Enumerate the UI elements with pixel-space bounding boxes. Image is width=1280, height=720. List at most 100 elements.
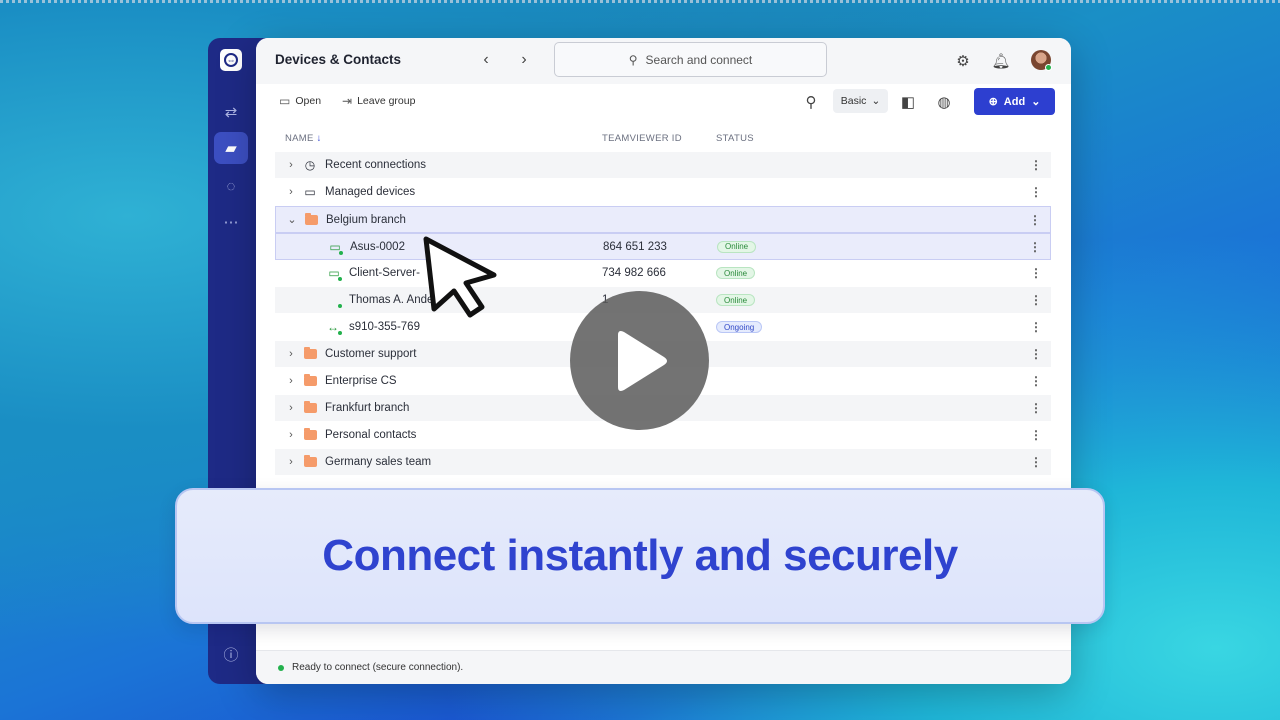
chevron-right-icon[interactable]: ›: [286, 375, 296, 387]
status-badge: Online: [717, 240, 757, 253]
search-placeholder: Search and connect: [645, 52, 753, 67]
user-avatar[interactable]: [1031, 50, 1052, 71]
chevron-right-icon[interactable]: ›: [286, 402, 296, 414]
chevron-right-icon[interactable]: ›: [286, 429, 296, 441]
more-options-icon[interactable]: ⋮: [1030, 320, 1042, 334]
plus-circle-icon: ⊕: [988, 96, 998, 108]
view-mode-label: Basic: [840, 95, 867, 107]
more-options-icon[interactable]: ⋮: [1030, 185, 1042, 199]
add-label: Add: [1003, 95, 1026, 108]
search-icon: ⚲: [628, 52, 638, 67]
status-badge: Online: [716, 294, 756, 306]
row-name: Customer support: [325, 348, 417, 360]
row-name: Asus-0002: [350, 240, 405, 253]
folder-icon: [303, 401, 317, 414]
remote-connect-icon[interactable]: ⇄: [214, 96, 248, 128]
chevron-down-icon: ⌄: [871, 95, 881, 107]
row-name: Frankfurt branch: [325, 402, 410, 414]
folder-icon: [303, 455, 317, 468]
connection-status-dot: [278, 664, 284, 671]
status-text: Ready to connect (secure connection).: [292, 662, 464, 673]
more-icon[interactable]: ⋯: [214, 206, 248, 238]
row-name: Germany sales team: [325, 456, 432, 468]
row-name: s910-355-769: [349, 321, 420, 333]
monitor-icon: ▭: [304, 185, 316, 199]
table-search-icon[interactable]: ⚲: [800, 91, 822, 113]
row-teamviewer-id: 734 982 666: [602, 267, 666, 279]
table-row[interactable]: › ▭ Managed devices ⋮: [275, 179, 1051, 206]
title-bar: Devices & Contacts ‹ › ⚲ Search and conn…: [256, 38, 1071, 84]
open-button[interactable]: ▭ Open: [279, 94, 321, 108]
more-options-icon[interactable]: ⋮: [1030, 293, 1042, 307]
status-badge: Ongoing: [716, 321, 763, 333]
table-row[interactable]: › Personal contacts ⋮: [275, 422, 1051, 449]
folder-icon: [303, 347, 317, 360]
folder-icon: [304, 212, 318, 226]
row-name: Enterprise CS: [325, 375, 397, 387]
more-options-icon[interactable]: ⋮: [1030, 347, 1042, 361]
leave-icon: ⇥: [342, 94, 353, 108]
more-options-icon[interactable]: ⋮: [1030, 428, 1042, 442]
teamviewer-logo: ⇔: [220, 49, 242, 71]
more-options-icon[interactable]: ⋮: [1029, 240, 1041, 254]
chevron-right-icon[interactable]: ›: [286, 186, 296, 198]
column-header-status[interactable]: STATUS: [716, 133, 754, 144]
folder-icon: [303, 428, 317, 441]
chevron-right-icon[interactable]: ›: [286, 456, 296, 468]
more-options-icon[interactable]: ⋮: [1030, 374, 1042, 388]
table-row[interactable]: › ◷ Recent connections ⋮: [275, 152, 1051, 179]
more-options-icon[interactable]: ⋮: [1030, 455, 1042, 469]
forward-arrow-icon[interactable]: ›: [514, 50, 534, 70]
leave-group-button[interactable]: ⇥ Leave group: [342, 94, 415, 108]
top-border-decoration: [0, 0, 1280, 3]
notification-bell-icon[interactable]: 🔔︎: [990, 50, 1012, 72]
online-dot: [338, 331, 342, 335]
globe-icon[interactable]: ◍: [933, 91, 955, 113]
row-name: Recent connections: [325, 159, 427, 171]
settings-gear-icon[interactable]: ⚙: [952, 50, 974, 72]
chevron-down-icon[interactable]: ⌄: [287, 213, 297, 226]
row-name: Personal contacts: [325, 429, 417, 441]
status-badge: Online: [716, 267, 756, 279]
panel-toggle-icon[interactable]: ◧: [897, 91, 919, 113]
help-icon[interactable]: ⓘ: [214, 638, 248, 670]
status-bar: Ready to connect (secure connection).: [256, 650, 1071, 684]
table-row[interactable]: › Germany sales team ⋮: [275, 449, 1051, 476]
table-row-selected[interactable]: ▭ Asus-0002 864 651 233 Online ⋮: [275, 233, 1051, 260]
row-name: Belgium branch: [326, 213, 406, 226]
more-options-icon[interactable]: ⋮: [1030, 401, 1042, 415]
row-teamviewer-id: 864 651 233: [603, 240, 667, 253]
open-label: Open: [295, 95, 322, 107]
clock-icon: ◷: [304, 158, 316, 172]
column-header-name[interactable]: NAME ↓: [285, 133, 322, 144]
more-options-icon[interactable]: ⋮: [1030, 158, 1042, 172]
more-options-icon[interactable]: ⋮: [1029, 213, 1041, 227]
table-row[interactable]: ▭ Client-Server- 734 982 666 Online ⋮: [275, 260, 1051, 287]
page-title: Devices & Contacts: [275, 52, 402, 67]
chevron-right-icon[interactable]: ›: [286, 348, 296, 360]
column-header-teamviewer-id[interactable]: TEAMVIEWER ID: [602, 133, 682, 144]
leave-group-label: Leave group: [357, 95, 416, 107]
more-options-icon[interactable]: ⋮: [1030, 266, 1042, 280]
add-button[interactable]: ⊕ Add ⌄: [974, 88, 1055, 115]
online-status-dot: [1045, 64, 1052, 71]
chat-icon[interactable]: ◌: [214, 170, 248, 202]
sort-down-icon: ↓: [316, 133, 322, 144]
view-mode-dropdown[interactable]: Basic ⌄: [833, 89, 888, 113]
play-icon: [617, 330, 667, 391]
video-play-button[interactable]: [570, 291, 709, 430]
chevron-right-icon[interactable]: ›: [286, 159, 296, 171]
caption-banner: Connect instantly and securely: [175, 488, 1105, 624]
row-name: Client-Server-: [349, 267, 420, 279]
online-dot: [339, 251, 343, 255]
contact-online-dot: [338, 304, 342, 308]
online-dot: [338, 277, 342, 281]
search-input[interactable]: ⚲ Search and connect: [554, 42, 827, 77]
caption-text: Connect instantly and securely: [322, 531, 958, 580]
devices-contacts-icon[interactable]: ▰: [214, 132, 248, 164]
folder-open-icon: ▭: [279, 94, 291, 108]
table-row-selected[interactable]: ⌄ Belgium branch ⋮: [275, 206, 1051, 233]
chevron-down-icon: ⌄: [1031, 96, 1041, 108]
back-arrow-icon[interactable]: ‹: [476, 50, 496, 70]
row-name: Managed devices: [325, 186, 416, 198]
